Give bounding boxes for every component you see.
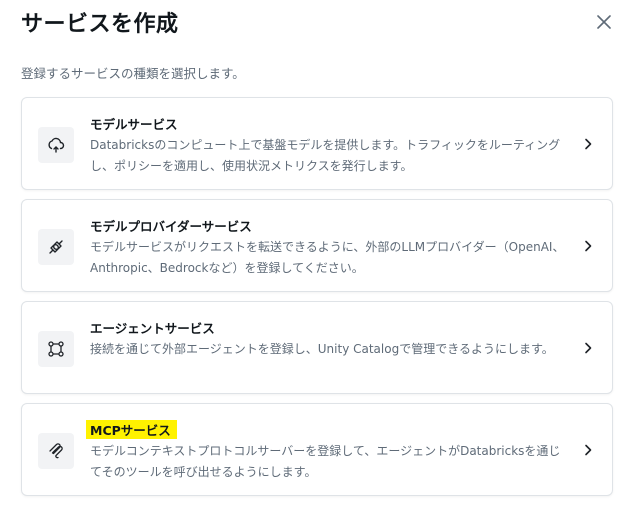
service-card-model[interactable]: モデルサービス Databricksのコンピュート上で基盤モデルを提供します。ト…: [21, 97, 613, 190]
chevron-right-icon: [582, 444, 594, 456]
service-name: MCPサービス: [86, 420, 177, 439]
close-icon: [597, 15, 611, 29]
mcp-icon-wrap: [38, 433, 74, 469]
service-description: 接続を通じて外部エージェントを登録し、Unity Catalogで管理できるよう…: [90, 342, 554, 356]
chevron-right-icon: [582, 138, 594, 150]
service-description: モデルサービスがリクエストを転送できるように、外部のLLMプロバイダー（Open…: [90, 240, 565, 275]
chevron-right-icon: [582, 240, 594, 252]
model-serving-icon-wrap: [38, 127, 74, 163]
create-service-dialog: サービスを作成 登録するサービスの種類を選択します。 モデルサービス Datab…: [0, 0, 634, 526]
service-name: モデルプロバイダーサービス: [90, 219, 252, 234]
plug-icon: [49, 240, 63, 254]
agent-icon: [48, 341, 64, 357]
service-name: エージェントサービス: [90, 321, 215, 336]
service-card-model-provider[interactable]: モデルプロバイダーサービス モデルサービスがリクエストを転送できるように、外部の…: [21, 199, 613, 292]
mcp-icon: [49, 443, 63, 459]
plug-icon-wrap: [38, 229, 74, 265]
service-card-agent[interactable]: エージェントサービス 接続を通じて外部エージェントを登録し、Unity Cata…: [21, 301, 613, 394]
dialog-title: サービスを作成: [21, 12, 179, 37]
dialog-subtitle: 登録するサービスの種類を選択します。: [21, 66, 245, 81]
service-name: モデルサービス: [90, 117, 178, 132]
agent-icon-wrap: [38, 331, 74, 367]
service-card-mcp[interactable]: MCPサービス モデルコンテキストプロトコルサーバーを登録して、エージェントがD…: [21, 403, 613, 496]
service-description: Databricksのコンピュート上で基盤モデルを提供します。トラフィックをルー…: [90, 138, 561, 173]
service-description: モデルコンテキストプロトコルサーバーを登録して、エージェントがDatabrick…: [90, 444, 561, 479]
chevron-right-icon: [582, 342, 594, 354]
close-button[interactable]: [592, 10, 616, 34]
model-serving-icon: [48, 137, 65, 153]
